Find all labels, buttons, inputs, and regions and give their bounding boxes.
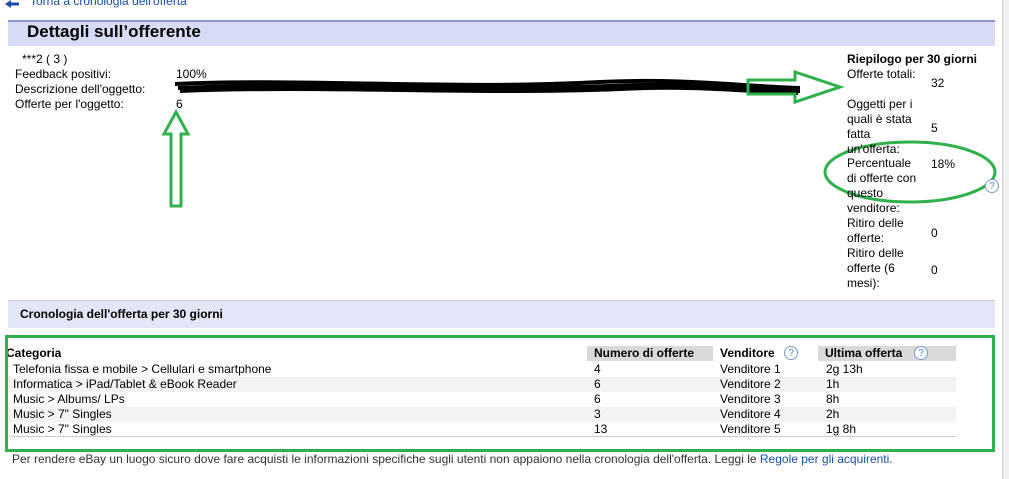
help-icon[interactable]: ? <box>985 179 999 193</box>
summary-retractions-6m-label: Ritiro delle offerte (6 mesi): <box>847 246 904 290</box>
buyer-rules-link[interactable]: Regole per gli acquirenti. <box>760 452 893 466</box>
summary-title: Riepilogo per 30 giorni <box>847 52 978 66</box>
back-to-bid-history-link[interactable]: Torna a cronologia dell'offerta <box>30 0 187 8</box>
summary-total-bids-value: 32 <box>931 76 945 90</box>
summary-retractions-label: Ritiro delle offerte: <box>847 216 904 245</box>
summary-percent-value: 18% <box>931 157 956 171</box>
footer-notice: Per rendere eBay un luogo sicuro dove fa… <box>12 452 893 466</box>
summary-percent-label: Percentuale di offerte con questo vendit… <box>847 156 917 215</box>
summary-items-value: 5 <box>931 121 938 135</box>
footer-text: Per rendere eBay un luogo sicuro dove fa… <box>12 452 760 466</box>
summary-items-label: Oggetti per i quali è stata fatta un'off… <box>847 97 913 156</box>
page-title: Dettagli sull’offerente <box>27 22 201 41</box>
scrollbar[interactable] <box>1002 0 1009 479</box>
back-arrow-icon[interactable] <box>5 0 19 8</box>
summary-retractions-6m-value: 0 <box>931 263 938 277</box>
redaction-scribble <box>174 78 801 95</box>
summary-total-bids-label: Offerte totali: <box>847 67 916 81</box>
annotation-arrow-up <box>161 108 191 208</box>
summary-retractions-value: 0 <box>931 226 938 240</box>
annotation-box <box>5 335 995 452</box>
history-section-title: Cronologia dell'offerta per 30 giorni <box>20 307 223 321</box>
